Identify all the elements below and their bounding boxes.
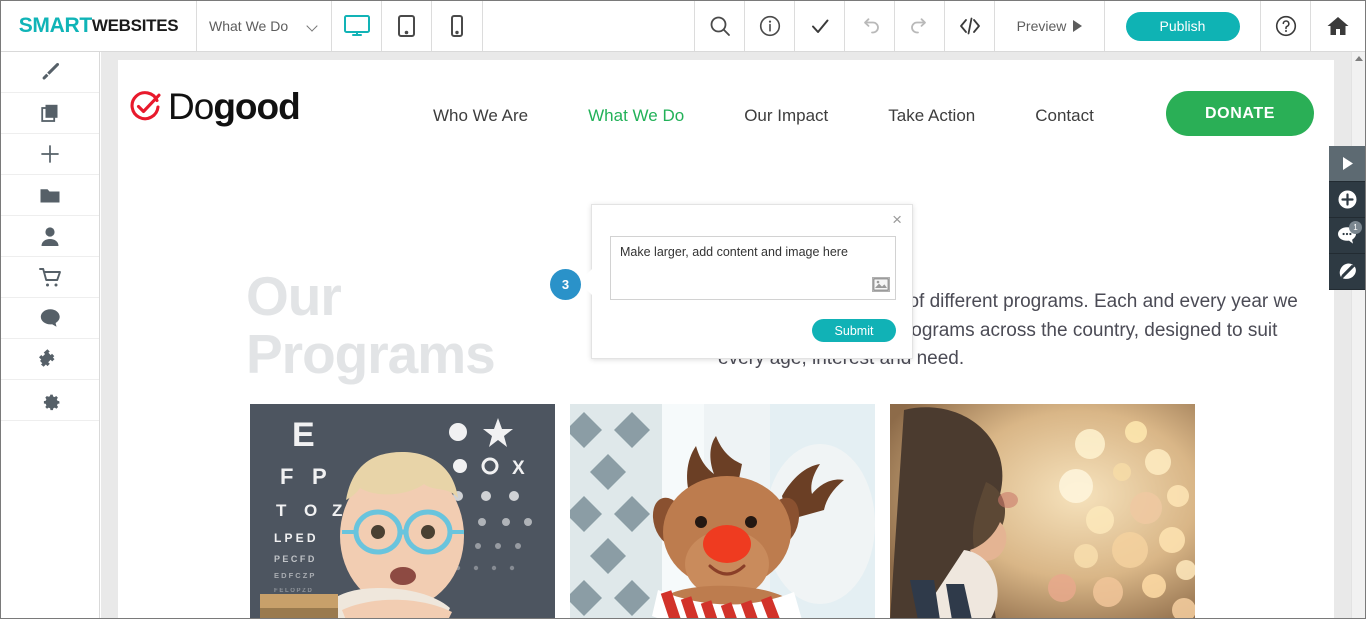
comment-icon[interactable]: 1 bbox=[1329, 218, 1365, 254]
publish-button-container: Publish bbox=[1105, 1, 1261, 51]
redo-icon[interactable] bbox=[895, 1, 945, 51]
sidebar-item-settings[interactable] bbox=[1, 380, 99, 421]
program-card-holiday[interactable] bbox=[890, 404, 1195, 618]
smart-websites-editor: SMART WEBSITES What We Do Preview Publis… bbox=[0, 0, 1366, 619]
annotation-marker-3[interactable]: 3 bbox=[550, 269, 581, 300]
chevron-down-icon bbox=[308, 21, 319, 32]
program-card-eye-exam[interactable]: E FP TOZ L P E D P E C F D E D F C Z P F… bbox=[250, 404, 555, 618]
nav-link-our-impact[interactable]: Our Impact bbox=[714, 106, 858, 126]
nav-link-who-we-are[interactable]: Who We Are bbox=[403, 106, 558, 126]
check-icon[interactable] bbox=[795, 1, 845, 51]
holiday-lights-child-image bbox=[890, 404, 1195, 618]
toolbar-spacer bbox=[483, 1, 695, 51]
annotation-marker-number: 3 bbox=[561, 277, 570, 292]
svg-text:F E L O P Z D: F E L O P Z D bbox=[274, 588, 312, 594]
app-logo[interactable]: SMART WEBSITES bbox=[1, 1, 197, 51]
page-selector[interactable]: What We Do bbox=[197, 1, 332, 51]
desktop-view-button[interactable] bbox=[332, 1, 382, 51]
site-header: Dogood Who We Are What We Do Our Impact … bbox=[118, 60, 1334, 170]
info-icon[interactable] bbox=[745, 1, 795, 51]
svg-text:P: P bbox=[312, 464, 327, 489]
check-circle-icon bbox=[129, 90, 161, 123]
left-sidebar bbox=[1, 52, 100, 618]
app-logo-smart: SMART bbox=[18, 14, 92, 37]
svg-text:F: F bbox=[280, 464, 293, 489]
publish-button[interactable]: Publish bbox=[1125, 11, 1240, 41]
svg-text:X: X bbox=[512, 458, 525, 479]
reindeer-plush-image bbox=[570, 404, 875, 618]
editor-canvas: Dogood Who We Are What We Do Our Impact … bbox=[101, 52, 1365, 618]
sidebar-item-design[interactable] bbox=[1, 52, 99, 93]
program-card-toy-drive[interactable] bbox=[570, 404, 875, 618]
close-icon[interactable]: × bbox=[892, 211, 902, 228]
comment-count-badge: 1 bbox=[1349, 221, 1362, 234]
svg-text:E: E bbox=[292, 416, 315, 454]
tablet-view-button[interactable] bbox=[382, 1, 432, 51]
svg-text:Z: Z bbox=[332, 501, 342, 520]
svg-text:O: O bbox=[304, 501, 317, 520]
sidebar-item-pages[interactable] bbox=[1, 93, 99, 134]
undo-icon[interactable] bbox=[845, 1, 895, 51]
code-icon[interactable] bbox=[945, 1, 995, 51]
mobile-view-button[interactable] bbox=[432, 1, 482, 51]
svg-text:E D F C Z P: E D F C Z P bbox=[274, 571, 314, 580]
image-icon[interactable] bbox=[872, 277, 890, 292]
canvas-scrollbar[interactable] bbox=[1351, 52, 1365, 618]
sidebar-item-apps[interactable] bbox=[1, 339, 99, 380]
sidebar-item-add[interactable] bbox=[1, 134, 99, 175]
site-logo-do: Do bbox=[168, 86, 214, 127]
nav-link-contact[interactable]: Contact bbox=[1005, 106, 1124, 126]
page-selector-label: What We Do bbox=[209, 18, 289, 34]
site-logo-good: good bbox=[213, 86, 300, 127]
site-navigation: Who We Are What We Do Our Impact Take Ac… bbox=[403, 106, 1124, 126]
site-logo-text: Dogood bbox=[168, 86, 301, 127]
device-switcher bbox=[332, 1, 483, 51]
submit-button[interactable]: Submit bbox=[812, 319, 896, 342]
preview-button[interactable]: Preview bbox=[995, 1, 1105, 51]
svg-text:P E C F D: P E C F D bbox=[274, 554, 315, 564]
sidebar-item-messages[interactable] bbox=[1, 298, 99, 339]
top-toolbar: SMART WEBSITES What We Do Preview Publis… bbox=[1, 1, 1365, 52]
page-title: Our Programs bbox=[246, 265, 496, 385]
eye-chart-child-image: E FP TOZ L P E D P E C F D E D F C Z P F… bbox=[250, 404, 555, 618]
hide-annotations-icon[interactable] bbox=[1329, 254, 1365, 290]
donate-button[interactable]: DONATE bbox=[1166, 91, 1314, 136]
app-logo-websites: WEBSITES bbox=[91, 16, 179, 35]
play-icon[interactable] bbox=[1329, 146, 1365, 182]
play-triangle-icon bbox=[1073, 20, 1083, 32]
annotation-toolbar: 1 bbox=[1329, 146, 1365, 290]
program-cards: E FP TOZ L P E D P E C F D E D F C Z P F… bbox=[250, 404, 1195, 618]
sidebar-item-members[interactable] bbox=[1, 216, 99, 257]
sidebar-item-store[interactable] bbox=[1, 257, 99, 298]
site-logo[interactable]: Dogood bbox=[129, 86, 301, 127]
help-icon[interactable] bbox=[1261, 1, 1311, 51]
home-icon[interactable] bbox=[1311, 1, 1365, 51]
svg-text:T: T bbox=[276, 501, 287, 520]
search-icon[interactable] bbox=[695, 1, 745, 51]
preview-label: Preview bbox=[1016, 18, 1067, 34]
svg-text:L P E D: L P E D bbox=[274, 531, 316, 545]
add-circle-icon[interactable] bbox=[1329, 182, 1365, 218]
nav-link-what-we-do[interactable]: What We Do bbox=[558, 106, 714, 126]
annotation-popup: × Submit bbox=[579, 204, 913, 359]
annotation-comment-input[interactable] bbox=[610, 236, 896, 300]
nav-link-take-action[interactable]: Take Action bbox=[858, 106, 1005, 126]
scroll-up-arrow-icon[interactable] bbox=[1355, 56, 1363, 61]
sidebar-item-files[interactable] bbox=[1, 175, 99, 216]
